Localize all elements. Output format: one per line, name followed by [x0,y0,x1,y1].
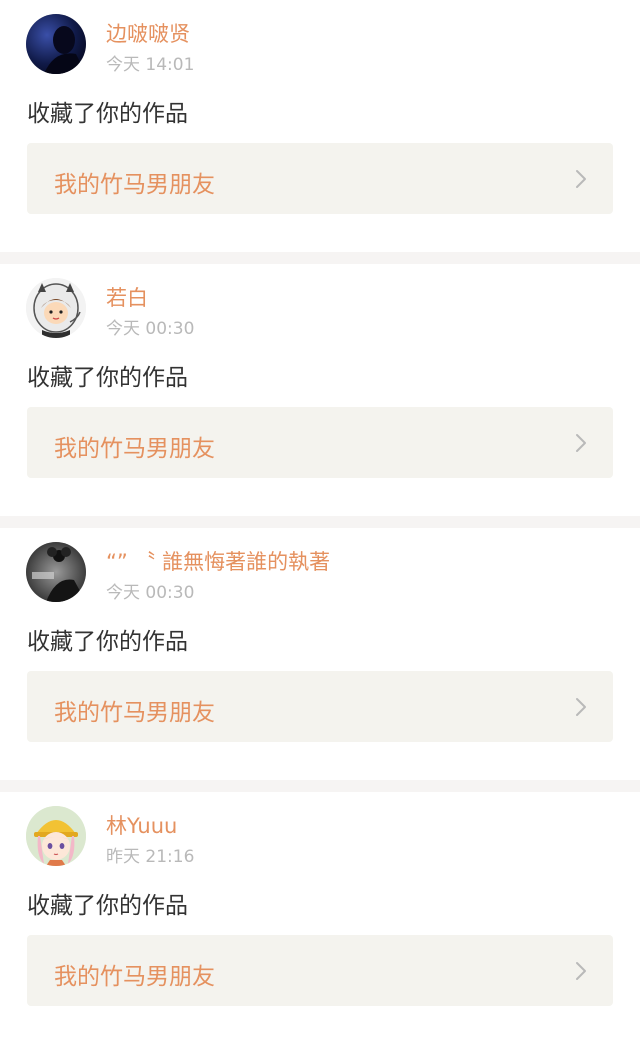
work-link[interactable]: 我的竹马男朋友 [27,143,613,214]
user-avatar[interactable] [26,806,86,866]
divider [0,780,640,792]
username[interactable]: 若白 [106,282,148,312]
action-text: 收藏了你的作品 [27,365,188,391]
user-avatar[interactable] [26,14,86,74]
timestamp: 今天 00:30 [106,319,195,339]
action-text: 收藏了你的作品 [27,101,188,127]
notification-feed: 边啵啵贤 今天 14:01 收藏了你的作品 我的竹马男朋友 若白 今天 00:3… [0,0,640,1044]
username[interactable]: “” 〝 誰無悔著誰的執著 [106,546,330,576]
work-link[interactable]: 我的竹马男朋友 [27,407,613,478]
notification-card: 若白 今天 00:30 收藏了你的作品 我的竹马男朋友 [0,264,640,516]
username[interactable]: 林Yuuu [106,810,177,840]
chevron-right-icon [576,698,586,716]
action-text: 收藏了你的作品 [27,893,188,919]
work-link[interactable]: 我的竹马男朋友 [27,671,613,742]
notification-card: 边啵啵贤 今天 14:01 收藏了你的作品 我的竹马男朋友 [0,0,640,252]
work-title: 我的竹马男朋友 [54,700,215,726]
monochrome-photo-avatar-icon [26,542,86,602]
notification-card: “” 〝 誰無悔著誰的執著 今天 00:30 收藏了你的作品 我的竹马男朋友 [0,528,640,780]
timestamp: 今天 14:01 [106,55,195,75]
notification-card: 林Yuuu 昨天 21:16 收藏了你的作品 我的竹马男朋友 [0,792,640,1044]
work-title: 我的竹马男朋友 [54,436,215,462]
user-avatar[interactable] [26,278,86,338]
chevron-right-icon [576,170,586,188]
anime-girl-hardhat-avatar-icon [26,806,86,866]
dark-silhouette-avatar-icon [26,14,86,74]
user-avatar[interactable] [26,542,86,602]
timestamp: 今天 00:30 [106,583,195,603]
timestamp: 昨天 21:16 [106,847,195,867]
action-text: 收藏了你的作品 [27,629,188,655]
divider [0,516,640,528]
work-title: 我的竹马男朋友 [54,172,215,198]
work-link[interactable]: 我的竹马男朋友 [27,935,613,1006]
divider [0,252,640,264]
cartoon-boy-avatar-icon [26,278,86,338]
chevron-right-icon [576,962,586,980]
work-title: 我的竹马男朋友 [54,964,215,990]
username[interactable]: 边啵啵贤 [106,18,190,48]
chevron-right-icon [576,434,586,452]
